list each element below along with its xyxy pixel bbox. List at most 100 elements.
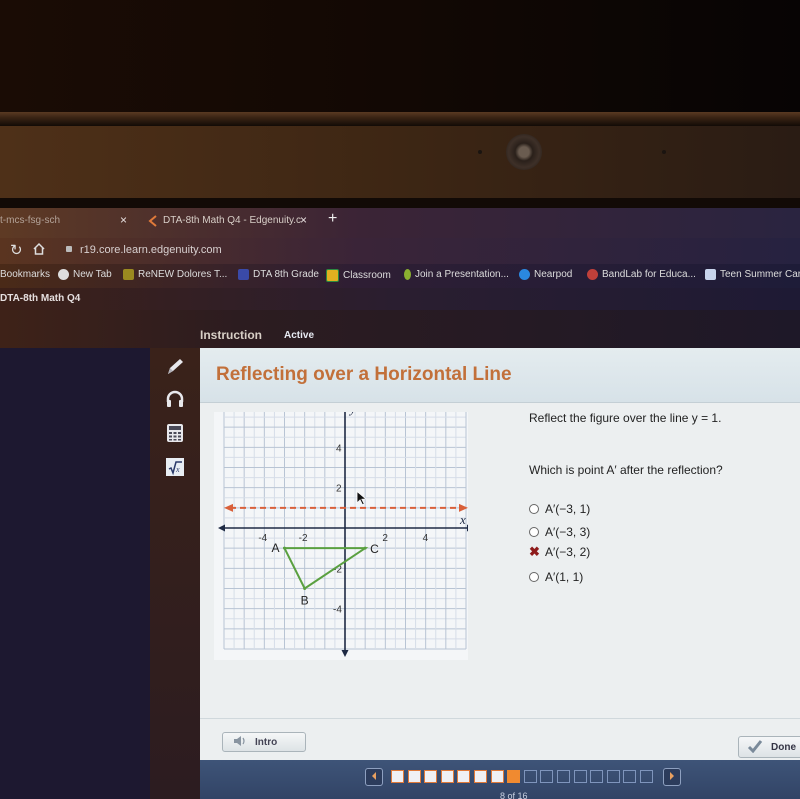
sensor-dot	[478, 150, 482, 154]
bookmark-classroom[interactable]: Classroom	[326, 269, 391, 282]
page-square[interactable]	[391, 770, 404, 783]
page-square[interactable]	[474, 770, 487, 783]
lesson-title: Reflecting over a Horizontal Line	[216, 364, 512, 385]
bookmark-renew[interactable]: ReNEW Dolores T...	[123, 269, 227, 280]
coordinate-graph: xy-4-22442-2-4ABC	[214, 412, 468, 660]
bezel-edge	[0, 112, 800, 126]
x-axis-arrow-right	[467, 524, 468, 532]
calculator-button[interactable]	[164, 423, 186, 446]
new-tab-button[interactable]: +	[328, 210, 337, 228]
page-square[interactable]	[640, 770, 653, 783]
bookmark-label: Teen Summer Car	[720, 269, 800, 280]
bookmark-join-presentation[interactable]: Join a Presentation...	[404, 269, 509, 280]
globe-icon	[58, 269, 69, 280]
home-icon[interactable]	[32, 242, 46, 261]
bookmark-label: Join a Presentation...	[415, 269, 509, 280]
radio-button[interactable]	[529, 504, 539, 514]
headphones-button[interactable]	[164, 390, 186, 412]
bandlab-icon	[587, 269, 598, 280]
bezel-top	[0, 0, 800, 112]
lesson-footer: Intro Done	[200, 718, 800, 761]
bookmark-label: DTA 8th Grade	[253, 269, 319, 280]
course-title: DTA-8th Math Q4	[0, 293, 81, 304]
vertex-point	[303, 587, 307, 590]
done-button[interactable]: Done	[738, 736, 800, 758]
page-square[interactable]	[407, 770, 421, 783]
page-square[interactable]	[606, 770, 620, 783]
tab-active[interactable]: DTA-8th Math Q4 - Edgenuity.c	[163, 215, 301, 226]
bookmark-nearpod[interactable]: Nearpod	[519, 269, 572, 280]
laptop-bezel	[0, 126, 800, 204]
nearpod-icon	[519, 269, 530, 280]
address-bar: ↻ r19.core.learn.edgenuity.com	[0, 238, 800, 264]
webcam	[506, 134, 542, 170]
intro-button[interactable]: Intro	[222, 732, 306, 752]
previous-page-button[interactable]	[365, 768, 383, 786]
page-square[interactable]	[424, 770, 438, 783]
x-tick-label: -4	[258, 533, 267, 544]
answer-option[interactable]: A′(−3, 1)	[529, 502, 590, 516]
teen-summer-icon	[705, 269, 716, 280]
y-tick-label: 4	[336, 443, 342, 454]
y-axis-label: y	[348, 412, 356, 416]
incorrect-x-icon: ✖	[529, 544, 540, 559]
headphones-icon	[164, 388, 186, 415]
close-tab-icon[interactable]: ×	[120, 213, 127, 227]
bookmark-label: New Tab	[73, 269, 112, 280]
radio-button[interactable]	[529, 572, 539, 582]
bookmarks-menu[interactable]: Bookmarks	[0, 269, 50, 280]
bookmark-label: BandLab for Educa...	[602, 269, 696, 280]
formula-button[interactable]: x	[164, 456, 186, 483]
answer-option[interactable]: A′(−3, 3)	[529, 525, 590, 539]
vertex-point	[283, 546, 286, 550]
page-square[interactable]	[590, 770, 604, 783]
option-label: A′(−3, 2)	[545, 545, 591, 559]
vertex-point	[363, 546, 367, 550]
answer-option[interactable]: A′(1, 1)	[529, 570, 583, 584]
bookmark-dta-8th-grade[interactable]: DTA 8th Grade	[238, 269, 319, 280]
svg-text:x: x	[175, 465, 180, 474]
pear-icon	[404, 269, 411, 280]
formula-icon: x	[164, 456, 186, 483]
bookmark-bandlab[interactable]: BandLab for Educa...	[587, 269, 696, 280]
page-square[interactable]	[490, 770, 504, 783]
page-square[interactable]	[457, 770, 471, 783]
bookmark-new-tab[interactable]: New Tab	[58, 269, 112, 280]
option-label: A′(1, 1)	[545, 570, 584, 584]
reload-icon[interactable]: ↻	[10, 241, 23, 259]
done-label: Done	[771, 741, 796, 753]
calendar-icon	[238, 269, 249, 280]
y-tick-label: -4	[333, 605, 342, 616]
bookmark-label: Classroom	[343, 270, 391, 281]
url-field[interactable]: r19.core.learn.edgenuity.com	[80, 244, 222, 256]
page-square-current[interactable]	[507, 770, 521, 783]
pencil-button[interactable]	[164, 358, 186, 380]
shield-icon	[123, 269, 134, 280]
y-tick-label: 2	[336, 484, 342, 495]
tab-bar: t-mcs-fsg-sch × DTA-8th Math Q4 - Edgenu…	[0, 208, 800, 238]
next-page-button[interactable]	[663, 768, 681, 786]
vertex-label: C	[370, 542, 379, 556]
checkmark-icon	[747, 739, 763, 756]
tab-inactive[interactable]: t-mcs-fsg-sch	[0, 215, 60, 226]
screen: t-mcs-fsg-sch × DTA-8th Math Q4 - Edgenu…	[0, 208, 800, 799]
page-square[interactable]	[523, 770, 537, 783]
close-tab-icon[interactable]: ×	[300, 213, 307, 227]
vertex-label: B	[301, 594, 309, 608]
page-square[interactable]	[440, 770, 454, 783]
radio-button[interactable]	[529, 527, 539, 537]
chevron-left-icon	[370, 768, 378, 786]
chevron-right-icon	[668, 768, 676, 786]
page-square[interactable]	[623, 770, 637, 783]
page-square[interactable]	[540, 770, 554, 783]
page-square[interactable]	[573, 770, 587, 783]
answer-option-incorrect[interactable]: ✖ A′(−3, 2)	[529, 545, 590, 559]
tab-instruction[interactable]: Instruction	[200, 328, 262, 342]
tab-active[interactable]: Active	[284, 330, 314, 341]
page-square[interactable]	[557, 770, 570, 783]
tool-strip: x	[150, 348, 200, 799]
vertex-label: A	[272, 541, 280, 555]
bookmark-teen-summer[interactable]: Teen Summer Car	[705, 269, 800, 280]
page-indicator: 8 of 16	[500, 791, 528, 799]
question-prompt: Reflect the figure over the line y = 1.	[529, 411, 722, 425]
